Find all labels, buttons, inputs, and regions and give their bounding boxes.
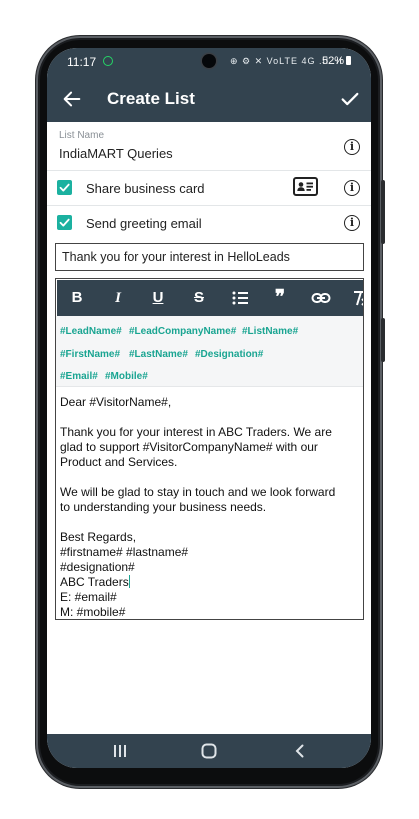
body-line: E: #email# [60, 590, 117, 604]
recents-icon[interactable] [111, 742, 129, 760]
bulleted-list-icon[interactable] [230, 288, 250, 308]
body-line: #designation# [60, 560, 135, 574]
body-line: to understanding your business needs. [60, 500, 267, 514]
arrow-left-icon[interactable] [61, 88, 83, 110]
send-greeting-email-label: Send greeting email [86, 216, 202, 231]
underline-icon[interactable]: U [148, 288, 168, 308]
merge-tag[interactable]: #ListName# [242, 326, 298, 337]
body-line: Dear #VisitorName#, [60, 395, 172, 409]
share-business-card-label: Share business card [86, 181, 205, 196]
body-line [60, 410, 360, 425]
body-line: ABC Traders [60, 575, 129, 589]
business-card-icon[interactable] [293, 177, 318, 196]
editor-toolbar: B I U S ❞ [57, 280, 364, 316]
email-body-text[interactable]: Dear #VisitorName#, Thank you for your i… [60, 395, 360, 619]
text-cursor [128, 575, 130, 588]
list-name-label: List Name [59, 130, 105, 141]
status-bar: 11:17 ⊕ ⚙ ✕ VoLTE 4G .ıl .ıl 52% [47, 48, 371, 76]
body-line [60, 515, 360, 530]
email-body-editor[interactable]: B I U S ❞ #LeadName# #LeadCompanyName# #… [55, 278, 364, 620]
email-subject-value: Thank you for your interest in HelloLead… [62, 250, 290, 264]
home-icon[interactable] [200, 742, 218, 760]
merge-tag[interactable]: #Designation# [195, 349, 263, 360]
body-line-with-caret: ABC Traders [60, 575, 360, 590]
whatsapp-icon [103, 56, 113, 66]
send-greeting-email-row: Send greeting email i [47, 206, 371, 240]
power-button [381, 318, 385, 362]
list-name-field[interactable]: List Name IndiaMART Queries i [47, 122, 371, 171]
checkmark-icon [59, 218, 70, 227]
merge-tag[interactable]: #FirstName# [60, 349, 120, 360]
body-line: We will be glad to stay in touch and we … [60, 485, 336, 499]
battery-indicator: 52% [322, 55, 351, 67]
clear-format-icon[interactable] [350, 288, 364, 308]
create-list-form: List Name IndiaMART Queries i Share busi… [47, 122, 371, 734]
bold-icon[interactable]: B [67, 288, 87, 308]
checkmark-icon [59, 183, 70, 192]
send-greeting-email-checkbox[interactable] [57, 215, 72, 230]
body-line [60, 470, 360, 485]
battery-percent: 52% [321, 55, 344, 67]
back-icon[interactable] [291, 742, 309, 760]
body-line: Thank you for your interest in ABC Trade… [60, 425, 332, 439]
quote-icon[interactable]: ❞ [270, 288, 290, 308]
body-line: Product and Services. [60, 455, 178, 469]
merge-tag[interactable]: #LeadCompanyName# [129, 326, 236, 337]
info-icon[interactable]: i [344, 180, 360, 196]
info-icon[interactable]: i [344, 215, 360, 231]
link-icon[interactable] [311, 288, 331, 308]
battery-icon [346, 56, 351, 65]
merge-tag[interactable]: #LeadName# [60, 326, 122, 337]
page-title: Create List [107, 89, 195, 108]
body-line: M: #mobile# [60, 605, 126, 619]
system-nav-bar [47, 734, 371, 768]
strikethrough-icon[interactable]: S [189, 288, 209, 308]
merge-tag[interactable]: #Mobile# [105, 371, 148, 382]
merge-tags-panel: #LeadName# #LeadCompanyName# #ListName# … [56, 316, 363, 387]
check-icon[interactable] [339, 88, 361, 110]
status-time: 11:17 [67, 55, 97, 69]
merge-tag[interactable]: #Email# [60, 371, 98, 382]
list-name-input[interactable]: IndiaMART Queries [59, 146, 173, 161]
volume-button [381, 180, 385, 244]
body-line: glad to support #VisitorCompanyName# wit… [60, 440, 318, 454]
body-line: #firstname# #lastname# [60, 545, 189, 559]
italic-icon[interactable]: I [108, 288, 128, 308]
email-subject-input[interactable]: Thank you for your interest in HelloLead… [55, 243, 364, 271]
info-icon[interactable]: i [344, 139, 360, 155]
merge-tag[interactable]: #LastName# [129, 349, 188, 360]
share-business-card-row: Share business card i [47, 171, 371, 206]
front-camera [202, 54, 216, 68]
app-bar: Create List [47, 76, 371, 122]
screen: 11:17 ⊕ ⚙ ✕ VoLTE 4G .ıl .ıl 52% Create … [47, 48, 371, 768]
body-line: Best Regards, [60, 530, 137, 544]
share-business-card-checkbox[interactable] [57, 180, 72, 195]
